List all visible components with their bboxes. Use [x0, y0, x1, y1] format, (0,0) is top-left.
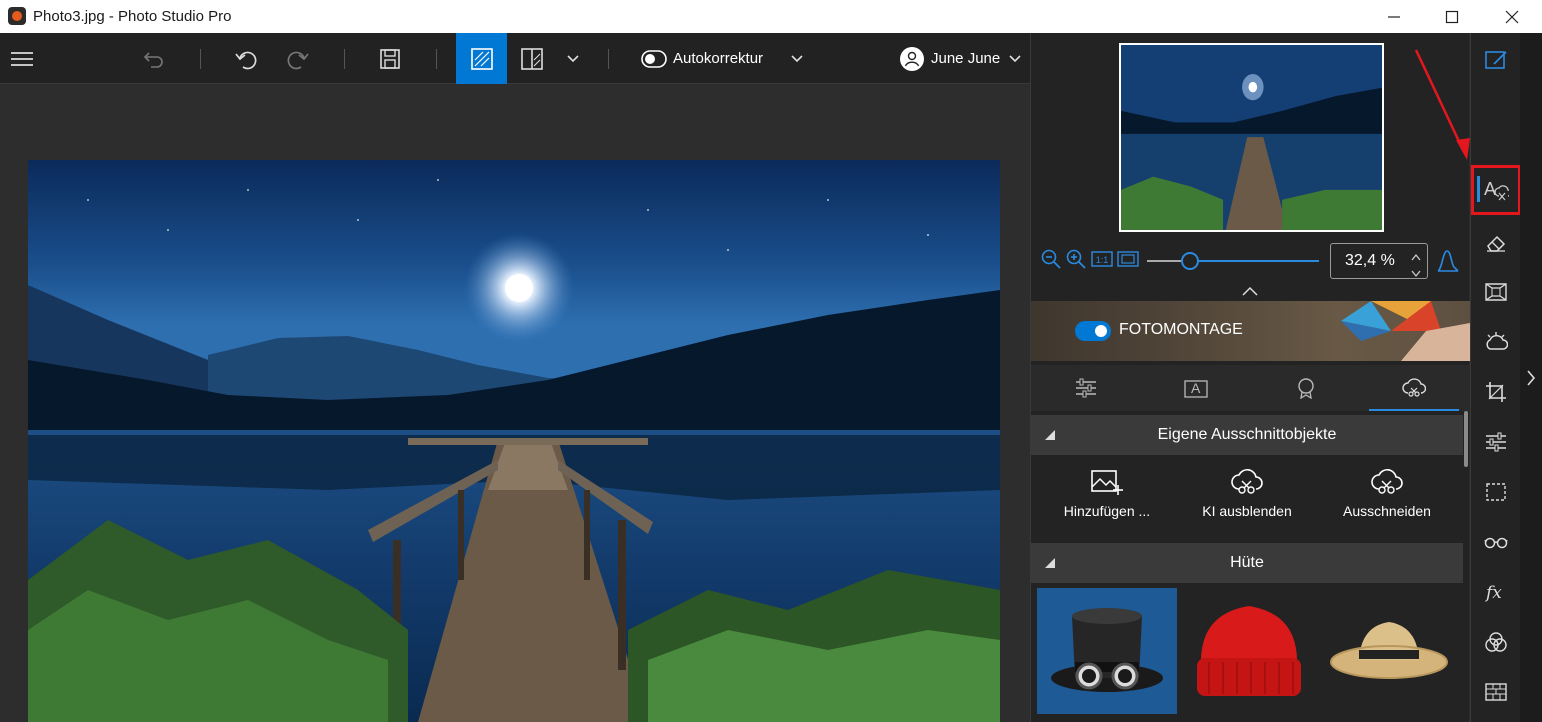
fotomontage-label: FOTOMONTAGE: [1119, 321, 1243, 338]
tab-cutout-objects[interactable]: [1369, 365, 1459, 411]
zoom-value-field[interactable]: 32,4 %: [1330, 243, 1428, 279]
perspective-icon[interactable]: [1471, 267, 1521, 317]
ai-hide-icon: [1231, 469, 1263, 494]
autokorrektur-toggle[interactable]: [640, 33, 668, 84]
tab-stickers[interactable]: [1261, 365, 1351, 411]
autokorrektur-dropdown-icon[interactable]: [784, 33, 810, 84]
cut-out-button[interactable]: Ausschneiden: [1317, 467, 1457, 531]
navigator-thumbnail[interactable]: [1119, 43, 1384, 232]
histogram-icon[interactable]: [1437, 249, 1459, 278]
hamburger-menu-icon[interactable]: [4, 33, 40, 84]
cut-out-icon: [1371, 469, 1403, 494]
sidebar-item-photomontage[interactable]: A: [1471, 165, 1521, 215]
editing-canvas[interactable]: [0, 84, 1030, 722]
tab-adjustments[interactable]: [1041, 365, 1131, 411]
undo-icon[interactable]: [228, 33, 264, 84]
save-icon[interactable]: [372, 33, 408, 84]
single-view-icon: [470, 47, 493, 70]
top-toolbar: Autokorrektur June June: [0, 33, 1030, 84]
zoom-1-to-1-icon[interactable]: 1:1: [1091, 251, 1113, 272]
close-button[interactable]: [1484, 0, 1540, 33]
ai-hide-button[interactable]: KI ausblenden: [1177, 467, 1317, 531]
undo-history-icon[interactable]: [136, 33, 172, 84]
hat-red-beanie[interactable]: [1179, 588, 1319, 714]
zoom-slider-thumb[interactable]: [1181, 252, 1199, 270]
app-logo-icon: [8, 7, 26, 25]
svg-text:1:1: 1:1: [1096, 255, 1109, 265]
hat-straw-hat[interactable]: [1319, 588, 1459, 714]
badge-icon: [1298, 378, 1314, 399]
collapse-triangle-icon: [1045, 558, 1055, 568]
panel-tabs: A: [1031, 365, 1470, 411]
adjustments-icon: [1076, 378, 1096, 398]
effects-fx-icon[interactable]: fx: [1471, 567, 1521, 617]
section-hats-title: Hüte: [1230, 554, 1264, 571]
fotomontage-toggle[interactable]: [1075, 321, 1111, 341]
redo-icon[interactable]: [280, 33, 316, 84]
fit-to-screen-icon[interactable]: [1117, 251, 1139, 272]
user-avatar-icon[interactable]: [898, 33, 926, 84]
single-view-button[interactable]: [456, 33, 507, 84]
svg-text:A: A: [1484, 179, 1496, 199]
eraser-icon[interactable]: [1471, 217, 1521, 267]
minimize-button[interactable]: [1366, 0, 1422, 33]
tab-text[interactable]: A: [1151, 365, 1241, 411]
zoom-in-icon[interactable]: [1066, 249, 1086, 274]
collapse-navigator-icon[interactable]: [1242, 283, 1258, 301]
add-cutout-button[interactable]: Hinzufügen ...: [1037, 467, 1177, 531]
main-photo[interactable]: [28, 160, 1000, 722]
user-dropdown-icon[interactable]: [1002, 33, 1028, 84]
svg-text:A: A: [1191, 380, 1201, 396]
zoom-value: 32,4 %: [1345, 252, 1395, 269]
hat-top-hat-with-goggles[interactable]: [1037, 588, 1177, 714]
collapse-triangle-icon: [1045, 430, 1055, 440]
section-own-cutouts-title: Eigene Ausschnittobjekte: [1157, 426, 1337, 443]
user-name[interactable]: June June: [931, 33, 1001, 84]
svg-text:fx: fx: [1484, 583, 1502, 602]
compare-view-icon[interactable]: [512, 33, 552, 84]
section-hats-header[interactable]: Hüte: [1031, 543, 1463, 583]
color-channels-icon[interactable]: [1471, 617, 1521, 667]
texture-bricks-icon[interactable]: [1471, 667, 1521, 717]
title-bar: Photo3.jpg - Photo Studio Pro: [0, 0, 1542, 33]
glasses-icon[interactable]: [1471, 517, 1521, 567]
zoom-out-icon[interactable]: [1041, 249, 1061, 274]
crop-icon[interactable]: [1471, 367, 1521, 417]
ai-hide-label: KI ausblenden: [1202, 503, 1292, 519]
maximize-button[interactable]: [1424, 0, 1480, 33]
autokorrektur-label: Autokorrektur: [673, 50, 764, 67]
cut-out-label: Ausschneiden: [1343, 503, 1431, 519]
add-image-icon: [1091, 470, 1123, 495]
photomontage-icon: A: [1484, 179, 1509, 201]
annotation-arrow: [1414, 49, 1470, 160]
zoom-slider-track[interactable]: [1147, 252, 1319, 270]
fotomontage-banner: FOTOMONTAGE: [1031, 301, 1470, 361]
expand-sidebar-button[interactable]: [1520, 33, 1542, 722]
view-mode-dropdown-icon[interactable]: [560, 33, 586, 84]
zoom-slider-fill: [1190, 260, 1319, 262]
panel-scrollbar[interactable]: [1464, 411, 1468, 467]
add-cutout-label: Hinzufügen ...: [1063, 503, 1151, 519]
sky-replace-icon[interactable]: [1471, 317, 1521, 367]
adjust-sliders-icon[interactable]: [1471, 417, 1521, 467]
zoom-controls: 1:1 32,4 %: [1031, 243, 1470, 283]
zoom-down-icon[interactable]: [1411, 265, 1421, 283]
selection-icon[interactable]: [1471, 467, 1521, 517]
window-title: Photo3.jpg - Photo Studio Pro: [33, 8, 232, 25]
chevron-right-icon: [1527, 369, 1536, 386]
zoom-up-icon[interactable]: [1411, 248, 1421, 266]
text-frame-icon: A: [1184, 380, 1208, 398]
section-own-cutouts-header[interactable]: Eigene Ausschnittobjekte: [1031, 415, 1463, 455]
cutout-cloud-icon: [1402, 378, 1426, 397]
